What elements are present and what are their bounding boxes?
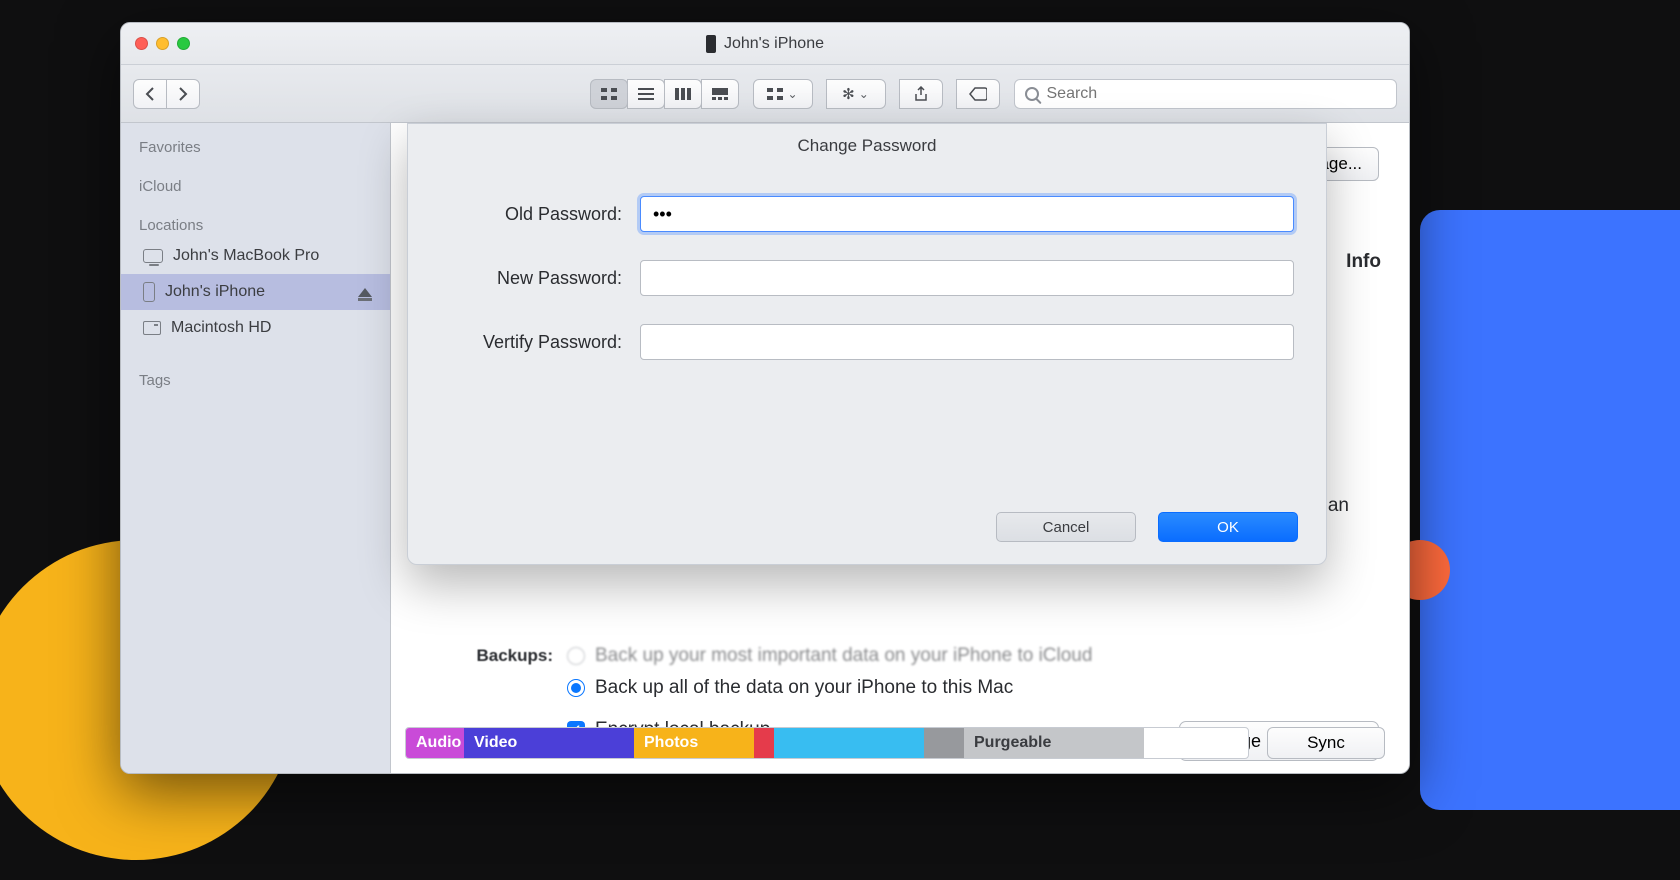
search-field[interactable] xyxy=(1014,79,1398,109)
storage-segment-divider xyxy=(754,728,774,758)
view-list-button[interactable] xyxy=(627,79,665,109)
minimize-window-button[interactable] xyxy=(156,37,169,50)
window-title: John's iPhone xyxy=(121,35,1409,53)
view-gallery-button[interactable] xyxy=(701,79,739,109)
storage-segment-photos: Photos xyxy=(634,728,754,758)
storage-segment-purgeable: Purgeable xyxy=(964,728,1144,758)
eject-icon[interactable] xyxy=(358,288,372,297)
share-button[interactable] xyxy=(899,79,943,109)
column-view-icon xyxy=(675,88,691,100)
sidebar-label-favorites: Favorites xyxy=(121,131,390,160)
cancel-button[interactable]: Cancel xyxy=(996,512,1136,542)
list-view-icon xyxy=(638,88,654,100)
backups-label: Backups: xyxy=(471,646,553,666)
tab-info[interactable]: Info xyxy=(1346,251,1381,273)
tag-button[interactable] xyxy=(956,79,1000,109)
toolbar: ⌄ ✻⌄ xyxy=(121,65,1409,123)
backup-option-icloud[interactable]: Back up your most important data on your… xyxy=(567,645,1092,667)
ok-button[interactable]: OK xyxy=(1158,512,1298,542)
sidebar-item-label: Macintosh HD xyxy=(171,319,271,337)
group-by-button[interactable]: ⌄ xyxy=(753,79,813,109)
storage-bar: Audio Video Photos Purgeable xyxy=(405,727,1249,759)
close-window-button[interactable] xyxy=(135,37,148,50)
view-icon-button[interactable] xyxy=(590,79,628,109)
phone-icon xyxy=(706,35,716,53)
gallery-view-icon xyxy=(712,88,728,100)
search-icon xyxy=(1025,87,1039,101)
old-password-input[interactable] xyxy=(640,196,1294,232)
finder-window: John's iPhone ⌄ ✻⌄ Favorites iCloud xyxy=(120,22,1410,774)
phone-icon xyxy=(143,282,155,302)
search-input[interactable] xyxy=(1047,85,1387,103)
decor-blue-block xyxy=(1420,210,1680,810)
sidebar-label-tags: Tags xyxy=(121,364,390,393)
traffic-lights xyxy=(121,37,190,50)
nav-forward-button[interactable] xyxy=(166,79,200,109)
sidebar-item-macbook[interactable]: John's MacBook Pro xyxy=(121,238,390,274)
radio-checked-icon xyxy=(567,679,585,697)
sync-button[interactable]: Sync xyxy=(1267,727,1385,759)
verify-password-input[interactable] xyxy=(640,324,1294,360)
sidebar: Favorites iCloud Locations John's MacBoo… xyxy=(121,123,391,773)
group-icon xyxy=(767,88,783,100)
radio-icon xyxy=(567,647,585,665)
titlebar: John's iPhone xyxy=(121,23,1409,65)
view-column-button[interactable] xyxy=(664,79,702,109)
window-title-text: John's iPhone xyxy=(724,35,824,53)
backup-option-label: Back up all of the data on your iPhone t… xyxy=(595,677,1013,699)
storage-segment-video: Video xyxy=(464,728,634,758)
change-password-sheet: Change Password Old Password: New Passwo… xyxy=(407,123,1327,565)
sidebar-item-label: John's iPhone xyxy=(165,283,265,301)
sidebar-label-locations: Locations xyxy=(121,209,390,238)
backup-option-label: Back up your most important data on your… xyxy=(595,645,1092,667)
verify-password-label: Vertify Password: xyxy=(440,332,640,353)
share-icon xyxy=(914,86,928,102)
gear-icon: ✻ xyxy=(842,85,855,103)
tag-icon xyxy=(969,87,987,101)
icon-view-icon xyxy=(601,88,617,100)
new-password-input[interactable] xyxy=(640,260,1294,296)
sheet-title: Change Password xyxy=(408,136,1326,156)
backup-option-thismac[interactable]: Back up all of the data on your iPhone t… xyxy=(567,677,1092,699)
chevron-right-icon xyxy=(178,87,188,101)
storage-segment-other xyxy=(924,728,964,758)
chevron-left-icon xyxy=(145,87,155,101)
sidebar-item-iphone[interactable]: John's iPhone xyxy=(121,274,390,310)
action-button[interactable]: ✻⌄ xyxy=(826,79,886,109)
storage-segment-apps xyxy=(774,728,924,758)
new-password-label: New Password: xyxy=(440,268,640,289)
old-password-label: Old Password: xyxy=(440,204,640,225)
laptop-icon xyxy=(143,249,163,263)
sidebar-item-macintosh-hd[interactable]: Macintosh HD xyxy=(121,310,390,346)
hdd-icon xyxy=(143,321,161,335)
sidebar-item-label: John's MacBook Pro xyxy=(173,247,319,265)
nav-back-button[interactable] xyxy=(133,79,167,109)
sidebar-label-icloud: iCloud xyxy=(121,170,390,199)
storage-segment-audio: Audio xyxy=(406,728,464,758)
zoom-window-button[interactable] xyxy=(177,37,190,50)
